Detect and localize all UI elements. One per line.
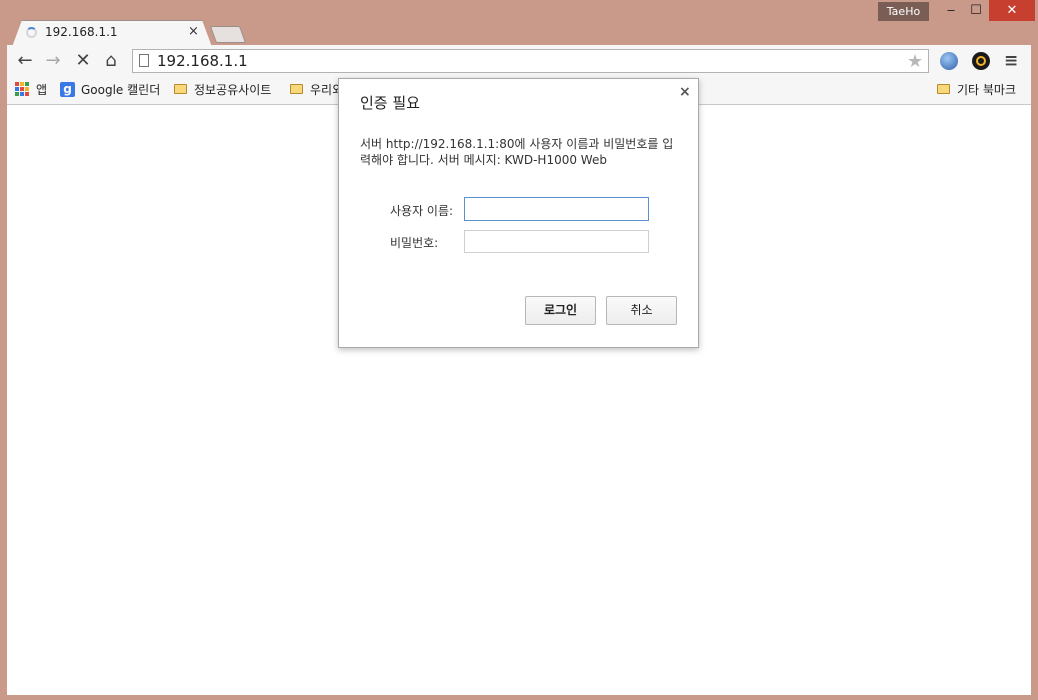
tab-title: 192.168.1.1 <box>45 25 118 39</box>
bookmark-google-calendar[interactable]: Google 캘린더 <box>81 81 160 99</box>
dialog-close-icon[interactable]: × <box>679 84 691 100</box>
username-input[interactable] <box>464 197 649 221</box>
bookmark-apps[interactable]: 앱 <box>36 81 47 99</box>
login-button[interactable]: 로그인 <box>525 296 596 325</box>
minimize-button[interactable]: ‒ <box>938 0 964 21</box>
address-bar[interactable] <box>132 49 929 73</box>
dialog-message: 서버 http://192.168.1.1:80에 사용자 이름과 비밀번호를 … <box>360 137 674 167</box>
bookmark-info-share[interactable]: 정보공유사이트 <box>194 81 271 99</box>
google-icon: g <box>60 82 75 97</box>
folder-icon <box>937 84 950 94</box>
menu-icon[interactable]: ≡ <box>1004 51 1018 71</box>
cancel-button[interactable]: 취소 <box>606 296 677 325</box>
bookmark-star-icon[interactable]: ★ <box>907 51 923 72</box>
folder-icon <box>290 84 303 94</box>
bookmark-other[interactable]: 기타 북마크 <box>957 81 1016 99</box>
new-tab-button[interactable] <box>209 26 247 43</box>
folder-icon <box>174 84 187 94</box>
password-input[interactable] <box>464 230 649 253</box>
profile-button[interactable]: TaeHo <box>878 2 929 21</box>
page-icon <box>139 54 149 67</box>
dialog-title: 인증 필요 <box>360 94 420 112</box>
password-label: 비밀번호: <box>390 236 439 250</box>
globe-extension-icon[interactable] <box>940 52 958 70</box>
username-label: 사용자 이름: <box>390 204 454 218</box>
apps-grid-icon[interactable] <box>15 82 29 96</box>
stop-icon[interactable]: ✕ <box>72 50 94 72</box>
camera-extension-icon[interactable] <box>972 52 990 70</box>
tab-close-icon[interactable]: × <box>188 24 199 39</box>
home-icon[interactable]: ⌂ <box>100 50 122 72</box>
close-window-button[interactable]: ✕ <box>989 0 1035 21</box>
loading-spinner-icon <box>26 27 37 38</box>
forward-icon[interactable]: → <box>42 50 64 72</box>
address-text[interactable]: 192.168.1.1 <box>157 52 248 70</box>
back-icon[interactable]: ← <box>14 50 36 72</box>
maximize-button[interactable]: ☐ <box>964 0 988 21</box>
